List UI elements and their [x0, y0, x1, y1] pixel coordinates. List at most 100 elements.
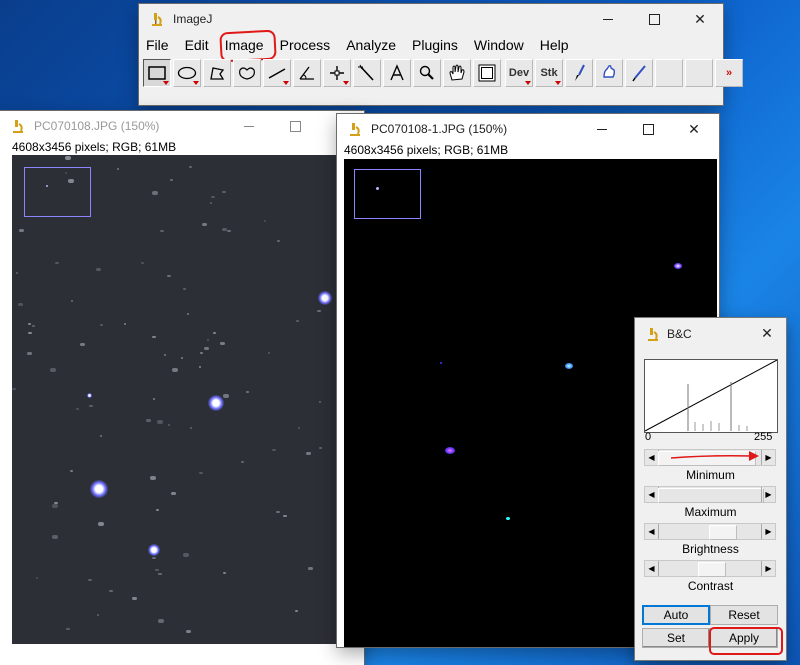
faint-star — [170, 179, 173, 181]
close-button[interactable] — [748, 318, 786, 348]
faint-star — [68, 179, 74, 183]
arrow-right-icon[interactable]: ▶ — [761, 450, 775, 465]
arrow-right-icon[interactable]: ▶ — [761, 524, 775, 539]
faint-star — [124, 323, 126, 325]
slider-thumb[interactable] — [658, 488, 764, 503]
line-tool[interactable] — [263, 59, 291, 87]
wand-tool[interactable] — [353, 59, 381, 87]
empty-tool-slot-2[interactable] — [685, 59, 713, 87]
bright-star — [87, 393, 92, 398]
arrow-right-icon[interactable]: ▶ — [761, 487, 775, 502]
menu-plugins[interactable]: Plugins — [404, 34, 466, 56]
image1-titlebar[interactable]: PC070108.JPG (150%) — [0, 111, 364, 141]
range-min-label: 0 — [645, 431, 652, 443]
point-tool[interactable] — [323, 59, 351, 87]
more-tools-button[interactable]: » — [715, 59, 743, 87]
angle-tool[interactable] — [293, 59, 321, 87]
oval-tool[interactable] — [173, 59, 201, 87]
imagej-titlebar[interactable]: ImageJ — [139, 4, 723, 34]
arrow-left-icon[interactable]: ◀ — [645, 450, 659, 465]
faint-star — [54, 502, 58, 504]
faint-star — [71, 300, 73, 302]
faint-star — [171, 492, 176, 495]
arrow-left-icon[interactable]: ◀ — [645, 561, 659, 576]
minimize-button[interactable] — [585, 4, 631, 34]
close-button[interactable] — [671, 114, 717, 144]
menu-file[interactable]: File — [139, 34, 177, 56]
drop-tool[interactable] — [595, 59, 623, 87]
maximize-button[interactable] — [625, 114, 671, 144]
faint-star — [76, 408, 79, 410]
magnifier-icon — [419, 65, 434, 80]
faint-star — [97, 614, 99, 616]
faint-star — [220, 342, 225, 345]
image2-titlebar[interactable]: PC070108-1.JPG (150%) — [337, 114, 719, 144]
text-tool[interactable] — [383, 59, 411, 87]
reset-button[interactable]: Reset — [710, 605, 778, 625]
wand-icon — [358, 64, 374, 81]
arrow-right-icon[interactable]: ▶ — [761, 561, 775, 576]
star-field-image[interactable] — [12, 155, 338, 644]
stk-button[interactable]: Stk — [535, 59, 563, 87]
magnifier-tool[interactable] — [413, 59, 441, 87]
auto-button[interactable]: Auto — [642, 605, 710, 625]
faint-star — [296, 320, 299, 322]
scroll-tool[interactable] — [443, 59, 471, 87]
histogram-graph — [644, 359, 778, 432]
maximize-button[interactable] — [631, 4, 677, 34]
maximum-slider[interactable]: ◀ ▶ — [644, 486, 776, 503]
polygon-tool[interactable] — [203, 59, 231, 87]
rectangle-icon — [148, 66, 166, 80]
window-title: B&C — [667, 327, 692, 341]
faint-star — [211, 196, 215, 198]
faint-star — [187, 313, 189, 315]
faint-star — [268, 352, 270, 354]
faint-star — [190, 427, 192, 429]
drop-hand-icon — [603, 65, 616, 78]
menu-edit[interactable]: Edit — [177, 34, 217, 56]
minimize-button[interactable] — [226, 111, 272, 141]
bc-titlebar[interactable]: B&C — [635, 318, 786, 350]
menu-analyze[interactable]: Analyze — [338, 34, 404, 56]
line-icon — [268, 68, 286, 79]
faint-star — [222, 191, 226, 193]
set-button[interactable]: Set — [642, 628, 710, 648]
maximize-button[interactable] — [272, 111, 318, 141]
bright-star — [90, 480, 108, 498]
color-picker-tool[interactable] — [473, 59, 501, 87]
faint-star — [319, 401, 321, 403]
rectangle-tool[interactable] — [143, 59, 171, 87]
faint-star — [32, 325, 35, 327]
menu-process[interactable]: Process — [272, 34, 339, 56]
slider-thumb[interactable] — [709, 525, 737, 540]
faint-star — [186, 630, 191, 633]
faint-star — [223, 394, 229, 398]
freehand-tool[interactable] — [233, 59, 261, 87]
maximum-label: Maximum — [684, 505, 737, 519]
minimize-button[interactable] — [579, 114, 625, 144]
brightness-contrast-dialog: B&C 0 255 ◀ ▶ Minimum ◀ ▶ Maximum ◀ — [635, 318, 786, 660]
text-icon — [390, 64, 404, 81]
empty-tool-slot-1[interactable] — [655, 59, 683, 87]
contrast-slider[interactable]: ◀ ▶ — [644, 560, 776, 577]
close-button[interactable] — [677, 4, 723, 34]
slider-thumb[interactable] — [698, 562, 726, 577]
brightness-slider[interactable]: ◀ ▶ — [644, 523, 776, 540]
dev-button[interactable]: Dev — [505, 59, 533, 87]
arrow-left-icon[interactable]: ◀ — [645, 487, 659, 502]
faint-star — [152, 557, 156, 559]
brush-tool[interactable] — [565, 59, 593, 87]
pipette-tool[interactable] — [625, 59, 653, 87]
dev-label: Dev — [508, 67, 530, 79]
faint-star — [172, 368, 178, 372]
crosshair-icon — [330, 66, 344, 80]
faint-star — [183, 288, 186, 290]
toolbar: Dev Stk » — [143, 59, 745, 87]
menu-help[interactable]: Help — [532, 34, 577, 56]
faint-star — [152, 191, 158, 195]
menu-window[interactable]: Window — [466, 34, 532, 56]
faint-star — [132, 597, 137, 600]
arrow-left-icon[interactable]: ◀ — [645, 524, 659, 539]
star — [565, 363, 573, 369]
faint-star — [117, 168, 119, 170]
